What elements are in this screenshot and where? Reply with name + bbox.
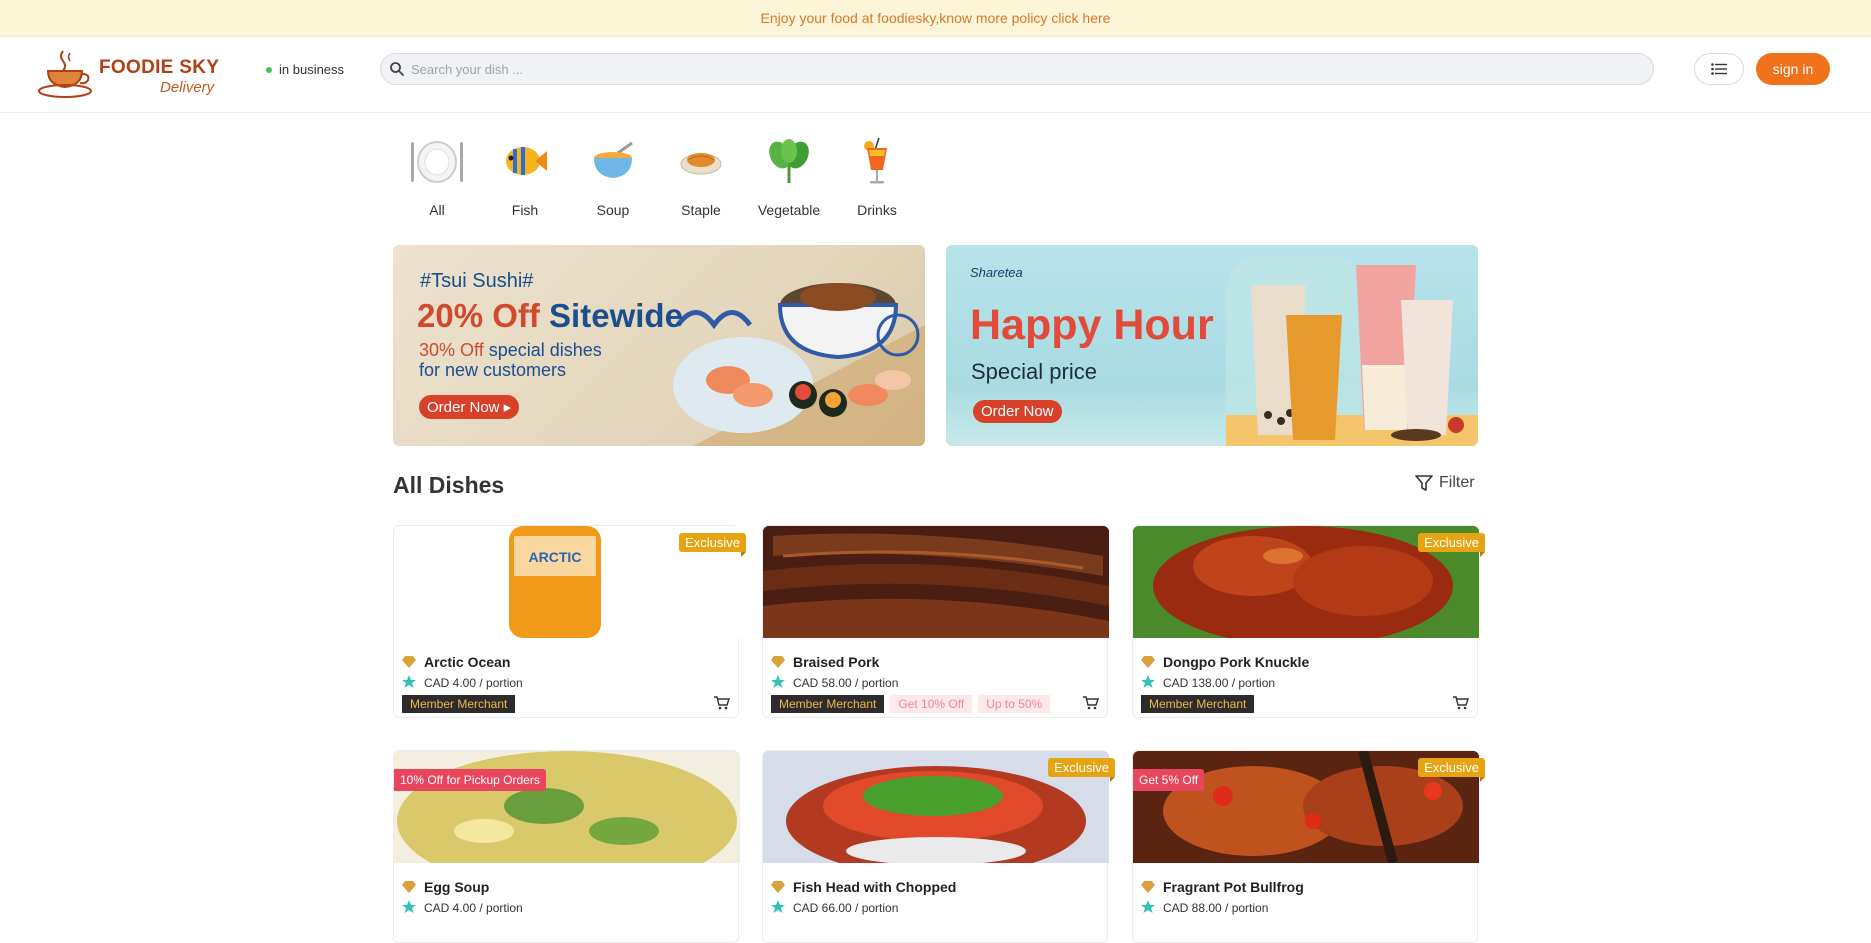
category-staple[interactable]: Staple — [657, 130, 745, 218]
category-fish[interactable]: Fish — [481, 130, 569, 218]
search-bar[interactable] — [380, 53, 1654, 85]
search-input[interactable] — [409, 60, 1610, 78]
category-label: Staple — [681, 202, 721, 218]
teacup-logo-icon — [38, 50, 92, 98]
banner-subtext: Special price — [971, 359, 1097, 384]
dish-image — [763, 526, 1109, 638]
dish-tags: Member Merchant — [402, 695, 516, 713]
list-menu-icon — [1711, 63, 1727, 75]
star-icon — [402, 675, 416, 688]
svg-text:ARCTIC: ARCTIC — [529, 549, 582, 565]
diamond-icon — [402, 656, 416, 668]
diamond-icon — [771, 656, 785, 668]
pickup-discount-badge: 10% Off for Pickup Orders — [394, 769, 546, 791]
category-label: Vegetable — [757, 202, 821, 218]
dish-price: CAD 4.00 / portion — [424, 901, 523, 915]
member-merchant-tag: Member Merchant — [771, 695, 885, 713]
dish-tags: Member Merchant Get 10% Off Up to 50% — [771, 695, 1051, 713]
diamond-icon — [771, 881, 785, 893]
dish-name: Braised Pork — [793, 654, 880, 670]
promo-tag: Get 10% Off — [890, 695, 973, 713]
status-dot-icon — [266, 66, 272, 73]
category-vegetable[interactable]: Vegetable — [745, 130, 833, 218]
logo-title: FOODIE SKY — [99, 57, 220, 78]
dish-image — [394, 751, 740, 863]
sharetea-order-now-button[interactable]: Order Now — [973, 400, 1062, 423]
discount-badge: Get 5% Off — [1133, 769, 1205, 791]
sushi-promo-banner[interactable]: #Tsui Sushi# 20% Off Sitewide 30% Off sp… — [393, 245, 925, 446]
plate-icon — [411, 141, 463, 183]
dish-price: CAD 66.00 / portion — [793, 901, 899, 915]
banner-headline: 20% Off Sitewide — [417, 297, 683, 334]
dish-price: CAD 4.00 / portion — [424, 676, 523, 690]
dish-card[interactable]: 10% Off for Pickup Orders Egg Soup CAD 4… — [393, 750, 740, 943]
dish-price: CAD 88.00 / portion — [1163, 901, 1269, 915]
star-icon — [402, 900, 416, 913]
status-label: in business — [279, 62, 345, 77]
dish-card[interactable]: Exclusive Dongpo Pork Knuckle CAD 138.00… — [1132, 525, 1485, 718]
filter-button[interactable]: Filter — [1415, 474, 1475, 492]
fish-icon — [506, 147, 547, 175]
member-merchant-tag: Member Merchant — [402, 695, 516, 713]
dish-name: Egg Soup — [424, 879, 490, 895]
soup-icon — [594, 141, 633, 178]
logo[interactable]: FOODIE SKY Delivery — [36, 45, 220, 105]
sharetea-logo: Sharetea — [970, 265, 1023, 280]
dish-name: Fish Head with Chopped — [793, 879, 957, 895]
diamond-icon — [1141, 656, 1155, 668]
category-label: Soup — [596, 202, 630, 218]
diamond-icon — [1141, 881, 1155, 893]
category-label: Fish — [511, 202, 539, 218]
dish-card[interactable]: Get 5% Off Exclusive Fragrant Pot Bullfr… — [1132, 750, 1485, 943]
diamond-icon — [402, 881, 416, 893]
star-icon — [1141, 675, 1155, 688]
policy-notice-link[interactable]: Enjoy your food at foodiesky,know more p… — [0, 0, 1871, 37]
header: FOODIE SKY Delivery in business sign in — [0, 37, 1871, 113]
dish-card[interactable]: Braised Pork CAD 58.00 / portion Member … — [762, 525, 1109, 718]
funnel-filter-icon — [1415, 475, 1433, 491]
drink-icon — [864, 137, 887, 184]
banner-subtext: 30% Off special dishes for new customers — [419, 340, 602, 380]
category-drinks[interactable]: Drinks — [833, 130, 921, 218]
dish-price: CAD 138.00 / portion — [1163, 676, 1276, 690]
search-icon — [390, 62, 404, 76]
logo-subtitle: Delivery — [160, 79, 215, 96]
exclusive-badge: Exclusive — [1418, 758, 1485, 782]
sign-in-button[interactable]: sign in — [1756, 53, 1830, 85]
dish-name: Arctic Ocean — [424, 654, 511, 670]
promo-tag: Up to 50% — [978, 695, 1051, 713]
banner-headline: Happy Hour — [970, 301, 1214, 349]
sharetea-promo-banner[interactable]: Sharetea Happy Hour Special price Order … — [946, 245, 1478, 446]
exclusive-badge: Exclusive — [679, 533, 746, 557]
dish-card[interactable]: Exclusive Fish Head with Chopped CAD 66.… — [762, 750, 1115, 943]
dish-card[interactable]: ARCTIC Exclusive Arctic Ocean CAD 4.00 /… — [393, 525, 746, 718]
business-status: in business — [266, 62, 344, 77]
category-bar: All Fish Soup Staple Vegetable Drinks — [393, 130, 921, 218]
dish-tags: Member Merchant — [1141, 695, 1255, 713]
exclusive-badge: Exclusive — [1418, 533, 1485, 557]
sushi-order-now-button[interactable]: Order Now ▸ — [419, 395, 520, 419]
dish-price: CAD 58.00 / portion — [793, 676, 899, 690]
filter-label: Filter — [1439, 474, 1475, 491]
star-icon — [1141, 900, 1155, 913]
category-label: Drinks — [857, 202, 897, 218]
banner-tag: #Tsui Sushi# — [420, 270, 534, 292]
member-merchant-tag: Member Merchant — [1141, 695, 1255, 713]
vegetable-icon — [769, 139, 809, 183]
exclusive-badge: Exclusive — [1048, 758, 1115, 782]
star-icon — [771, 675, 785, 688]
dish-name: Fragrant Pot Bullfrog — [1163, 879, 1304, 895]
category-all[interactable]: All — [393, 130, 481, 218]
add-to-cart-icon[interactable] — [714, 696, 730, 710]
section-title: All Dishes — [393, 472, 505, 498]
category-label: All — [429, 202, 445, 218]
add-to-cart-icon[interactable] — [1083, 696, 1099, 710]
menu-button[interactable] — [1694, 53, 1744, 85]
dish-name: Dongpo Pork Knuckle — [1163, 654, 1310, 670]
add-to-cart-icon[interactable] — [1453, 696, 1469, 710]
category-soup[interactable]: Soup — [569, 130, 657, 218]
star-icon — [771, 900, 785, 913]
staple-icon — [680, 153, 722, 175]
